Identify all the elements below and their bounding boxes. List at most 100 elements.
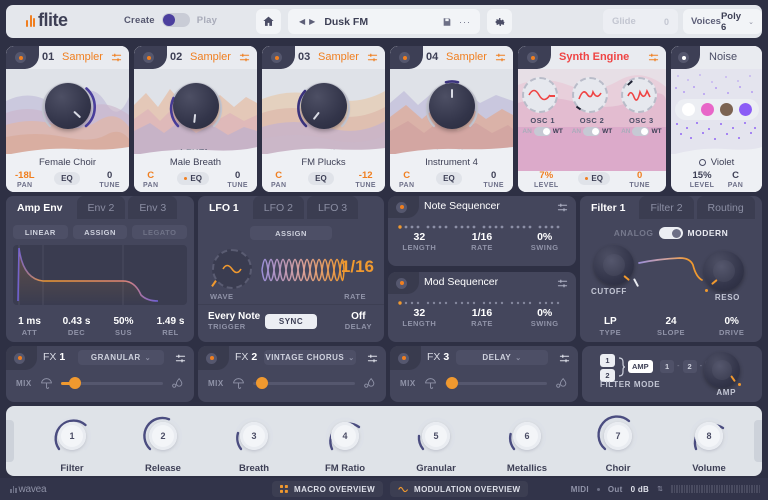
slot-power-button[interactable] <box>6 46 39 69</box>
envelope-panel[interactable]: Amp Env Env 2 Env 3 LINEAR ASSIGN LEGATO <box>6 196 194 342</box>
mod-seq-power-button[interactable] <box>388 272 419 294</box>
macro-knob-2[interactable]: 2 Release <box>125 414 201 474</box>
macro-overview-button[interactable]: MACRO OVERVIEW <box>272 481 383 497</box>
filter-tabs[interactable]: Filter 1 Filter 2 Routing <box>580 196 755 219</box>
pan-value[interactable]: C <box>399 171 414 181</box>
sliders-icon[interactable] <box>239 52 250 63</box>
osc2-an-wt-toggle[interactable]: AN WT <box>572 127 613 136</box>
amp-knob[interactable] <box>704 352 740 388</box>
cutoff-knob[interactable] <box>594 245 634 285</box>
macro6-knob[interactable]: 6 <box>505 414 549 458</box>
level-knob-wrap[interactable]: LEVEL <box>45 83 91 129</box>
mod-seq-steps[interactable] <box>388 294 576 304</box>
tab-lfo-1[interactable]: LFO 1 <box>198 196 250 219</box>
mod-length-value[interactable]: 32 <box>388 307 451 319</box>
sample-name[interactable]: Instrument 4 <box>425 157 478 168</box>
noise-color-swatches[interactable] <box>675 99 759 120</box>
osc3-knob[interactable] <box>621 77 657 113</box>
db-stepper-icon[interactable]: ⇅ <box>657 485 663 493</box>
level-knob[interactable] <box>429 83 475 129</box>
macro8-knob[interactable]: 8 <box>687 414 731 458</box>
level-knob-wrap[interactable]: LEVEL <box>429 83 475 129</box>
dec-value[interactable]: 0.43 s <box>53 316 100 328</box>
note-sequencer-panel[interactable]: Note Sequencer <box>388 196 576 266</box>
level-knob-wrap[interactable]: LEVEL <box>173 83 219 129</box>
noise-power-button[interactable] <box>671 46 700 69</box>
tab-filter-1[interactable]: Filter 1 <box>580 196 636 219</box>
fx3-mix-slider[interactable] <box>445 382 547 385</box>
tune-control[interactable]: 0 TUNE <box>227 171 248 189</box>
create-play-toggle[interactable] <box>162 13 190 27</box>
envelope-graph[interactable] <box>13 245 187 305</box>
sample-name[interactable]: FM Plucks <box>301 157 345 168</box>
dec-cell[interactable]: 0.43 s DEC <box>53 316 100 337</box>
macro-knob-1[interactable]: 1 Filter <box>34 414 110 474</box>
glide-control[interactable]: Glide 0 <box>603 9 678 34</box>
note-seq-steps[interactable] <box>388 218 576 228</box>
filter-drive-value[interactable]: 0% <box>701 316 762 328</box>
note-rate-cell[interactable]: 1/16 RATE <box>451 231 514 252</box>
tab-filter-2[interactable]: Filter 2 <box>639 196 693 219</box>
glide-value[interactable]: 0 <box>664 17 669 27</box>
noise-level-control[interactable]: 15% LEVEL <box>690 171 715 189</box>
macro7-knob[interactable]: 7 <box>596 414 640 458</box>
fx3-type-select[interactable]: DELAY ⌄ <box>456 350 548 365</box>
note-rate-value[interactable]: 1/16 <box>451 231 514 243</box>
sliders-icon[interactable] <box>557 278 568 289</box>
eq-button[interactable]: EQ <box>436 172 462 185</box>
sample-name[interactable]: Female Choir <box>39 157 96 168</box>
slot-power-button[interactable] <box>134 46 167 69</box>
noise-pan-value[interactable]: C <box>728 171 743 181</box>
mod-length-cell[interactable]: 32 LENGTH <box>388 307 451 328</box>
preset-name[interactable]: Dusk FM <box>324 16 368 28</box>
analog-modern-toggle[interactable] <box>659 227 683 239</box>
lfo-assign-button[interactable]: ASSIGN <box>250 226 332 240</box>
mod-rate-cell[interactable]: 1/16 RATE <box>451 307 514 328</box>
osc3-toggle[interactable] <box>632 127 649 136</box>
noise-swatch-violet[interactable] <box>739 103 752 116</box>
level-knob-wrap[interactable]: LEVEL <box>301 83 347 129</box>
chain-chip-2[interactable]: 2 <box>683 360 697 373</box>
next-preset-button[interactable]: ▶ <box>307 17 317 26</box>
tab-env-2[interactable]: Env 2 <box>77 196 126 219</box>
note-length-cell[interactable]: 32 LENGTH <box>388 231 451 252</box>
tab-routing[interactable]: Routing <box>697 196 755 219</box>
lfo-delay-value[interactable]: Off <box>345 311 372 322</box>
sampler-slot-1[interactable]: 01 Sampler LEVEL <box>6 46 129 192</box>
sus-cell[interactable]: 50% SUS <box>100 316 147 337</box>
filter-mode-panel[interactable]: 1 2 AMP 1 - 2 - AMP FILTER MODE AMP <box>582 346 762 402</box>
sample-name[interactable]: Male Breath <box>170 157 221 168</box>
macro-knob-6[interactable]: 6 Metallics <box>489 414 565 474</box>
fx1-mix-slider[interactable] <box>61 382 163 385</box>
slot-power-button[interactable] <box>390 46 423 69</box>
save-icon[interactable] <box>442 17 452 27</box>
macro5-knob[interactable]: 5 <box>414 414 458 458</box>
sample-name-bar[interactable]: Male Breath <box>134 154 257 171</box>
noise-swatch-pink[interactable] <box>701 103 714 116</box>
synth-level-value[interactable]: 7% <box>534 171 559 181</box>
sliders-icon[interactable] <box>495 52 506 63</box>
filter-panel[interactable]: Filter 1 Filter 2 Routing ANALOG MODERN … <box>580 196 762 342</box>
osc2-toggle[interactable] <box>583 127 600 136</box>
filter-slope-cell[interactable]: 24 SLOPE <box>641 316 702 337</box>
lfo-rate-value[interactable]: 1/16 <box>341 257 374 277</box>
osc1-an-wt-toggle[interactable]: AN WT <box>522 127 563 136</box>
mod-swing-cell[interactable]: 0% SWING <box>513 307 576 328</box>
mod-swing-value[interactable]: 0% <box>513 307 576 319</box>
fx2-mix-slider[interactable] <box>253 382 355 385</box>
filter-chip-1[interactable]: 1 <box>600 354 615 367</box>
eq-button[interactable]: EQ <box>308 172 334 185</box>
rel-cell[interactable]: 1.49 s REL <box>147 316 194 337</box>
pan-value[interactable]: C <box>271 171 286 181</box>
tune-value[interactable]: 0 <box>483 171 504 181</box>
pan-control[interactable]: -18L PAN <box>15 171 35 189</box>
eq-button[interactable]: EQ <box>54 172 80 185</box>
envelope-tabs[interactable]: Amp Env Env 2 Env 3 <box>6 196 177 219</box>
noise-type-bar[interactable]: Violet <box>671 154 762 171</box>
macro1-knob[interactable]: 1 <box>50 414 94 458</box>
macro4-knob[interactable]: 4 <box>323 414 367 458</box>
osc3-an-wt-toggle[interactable]: AN WT <box>621 127 662 136</box>
noise-panel[interactable]: Noise <box>671 46 762 192</box>
tab-lfo-3[interactable]: LFO 3 <box>307 196 358 219</box>
fx-slot-1[interactable]: FX 1 GRANULAR ⌄ MIX <box>6 346 194 402</box>
